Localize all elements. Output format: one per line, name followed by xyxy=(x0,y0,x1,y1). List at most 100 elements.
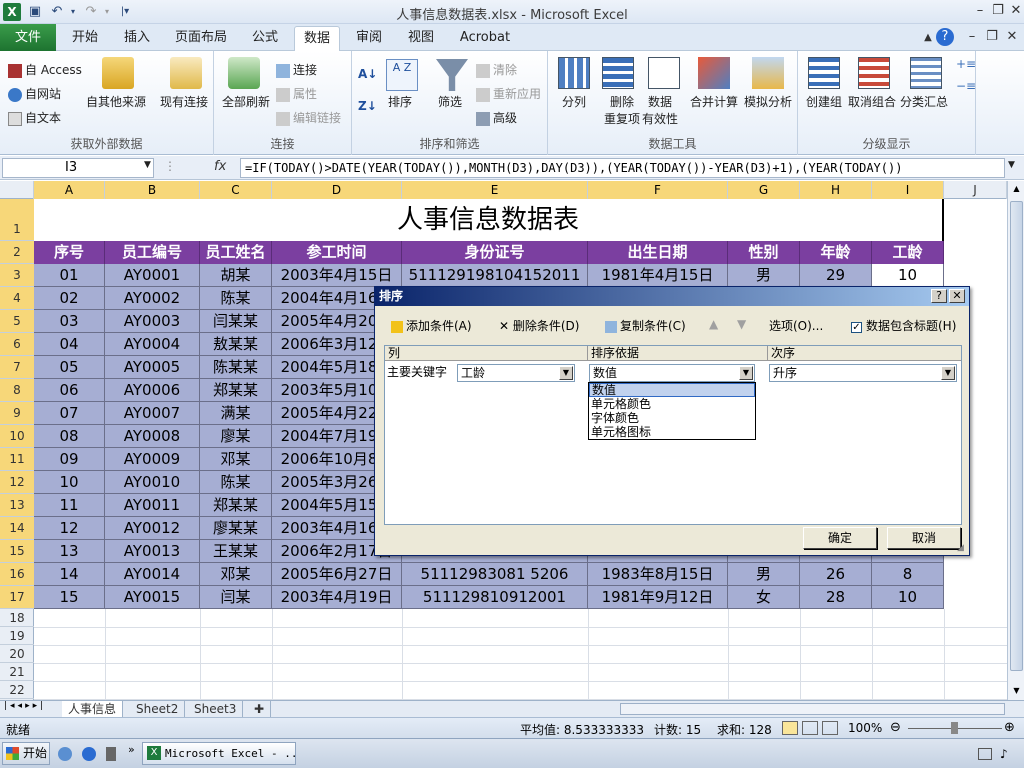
table-cell[interactable]: 廖某 xyxy=(200,425,272,448)
sort-button[interactable]: 排序 xyxy=(388,93,412,110)
chevron-down-icon[interactable]: ▼ xyxy=(739,366,753,380)
resize-grip-icon[interactable]: ◢ xyxy=(957,543,964,553)
table-cell[interactable]: AY0002 xyxy=(105,287,200,310)
row-header[interactable]: 11 xyxy=(0,448,34,471)
expand-formula-icon[interactable]: ▼ xyxy=(1008,160,1015,170)
quicklaunch-icon[interactable] xyxy=(106,747,116,761)
sheet-tab-1[interactable]: 人事信息 xyxy=(62,701,124,717)
row-header[interactable]: 1 xyxy=(0,199,34,241)
tab-insert[interactable]: 插入 xyxy=(114,26,160,51)
row-header[interactable]: 7 xyxy=(0,356,34,379)
sheet-tab-2[interactable]: Sheet2 xyxy=(130,701,186,717)
table-cell[interactable]: 陈某某 xyxy=(200,356,272,379)
table-cell[interactable]: 胡某 xyxy=(200,264,272,287)
what-if-button[interactable]: 模拟分析 xyxy=(744,93,792,110)
row-header[interactable]: 12 xyxy=(0,471,34,494)
table-cell[interactable]: AY0014 xyxy=(105,563,200,586)
table-cell[interactable]: 07 xyxy=(34,402,105,425)
table-cell[interactable]: AY0003 xyxy=(105,310,200,333)
wb-close-icon[interactable]: ✕ xyxy=(1002,28,1022,46)
move-down-icon[interactable]: ▼ xyxy=(737,317,746,331)
table-cell[interactable]: 04 xyxy=(34,333,105,356)
name-box-dropdown-icon[interactable]: ▼ xyxy=(144,160,151,170)
table-cell[interactable]: 13 xyxy=(34,540,105,563)
table-cell[interactable]: AY0010 xyxy=(105,471,200,494)
table-cell[interactable]: AY0004 xyxy=(105,333,200,356)
chevron-down-icon[interactable]: ▼ xyxy=(941,366,955,380)
keyboard-tray-icon[interactable] xyxy=(978,748,992,760)
tab-home[interactable]: 开始 xyxy=(62,26,108,51)
row-header[interactable]: 8 xyxy=(0,379,34,402)
table-cell[interactable]: 男 xyxy=(728,563,800,586)
volume-tray-icon[interactable]: ♪ xyxy=(1000,747,1008,761)
row-header[interactable]: 15 xyxy=(0,540,34,563)
tab-view[interactable]: 视图 xyxy=(398,26,444,51)
ungroup-button[interactable]: 取消组合 xyxy=(848,93,896,110)
row-header[interactable]: 18 xyxy=(0,609,34,627)
scroll-thumb[interactable] xyxy=(1010,201,1023,671)
delete-condition-button[interactable]: ✕ 删除条件(D) xyxy=(499,317,579,334)
tab-acrobat[interactable]: Acrobat xyxy=(452,26,518,51)
table-cell[interactable]: 陈某 xyxy=(200,287,272,310)
show-detail-icon[interactable]: +≡ xyxy=(956,57,976,71)
header-cell[interactable]: 性别 xyxy=(728,241,800,264)
zoom-out-icon[interactable]: ⊖ xyxy=(890,720,901,735)
col-header-j[interactable]: J xyxy=(944,181,1007,199)
cancel-button[interactable]: 取消 xyxy=(887,527,961,549)
dialog-help-icon[interactable]: ? xyxy=(931,289,947,303)
taskbar-excel-button[interactable]: X Microsoft Excel - ... xyxy=(142,742,296,765)
table-cell[interactable]: AY0005 xyxy=(105,356,200,379)
normal-view-icon[interactable] xyxy=(782,721,798,735)
chevron-down-icon[interactable]: ▼ xyxy=(559,366,573,380)
zoom-in-icon[interactable]: ⊕ xyxy=(1004,720,1015,735)
horizontal-scrollbar[interactable] xyxy=(620,703,1005,715)
table-cell[interactable]: 王某某 xyxy=(200,540,272,563)
table-cell[interactable]: 15 xyxy=(34,586,105,609)
row-header[interactable]: 20 xyxy=(0,645,34,663)
formula-input[interactable]: =IF(TODAY()>DATE(YEAR(TODAY()),MONTH(D3)… xyxy=(240,158,1005,178)
table-cell[interactable]: 14 xyxy=(34,563,105,586)
copy-condition-button[interactable]: 复制条件(C) xyxy=(605,317,686,334)
header-cell[interactable]: 序号 xyxy=(34,241,105,264)
close-icon[interactable]: ✕ xyxy=(1006,2,1024,20)
dropdown-option-values[interactable]: 数值 xyxy=(589,383,755,397)
formula-bar-splitter-icon[interactable]: ⋮ xyxy=(164,159,176,173)
table-cell[interactable]: 28 xyxy=(800,586,872,609)
from-text-button[interactable]: 自文本 xyxy=(8,109,61,126)
wb-minimize-icon[interactable]: – xyxy=(962,28,982,46)
tab-file[interactable]: 文件 xyxy=(0,24,56,51)
table-cell[interactable]: 邓某 xyxy=(200,448,272,471)
group-button[interactable]: 创建组 xyxy=(806,93,842,110)
table-cell[interactable]: AY0011 xyxy=(105,494,200,517)
col-header-g[interactable]: G xyxy=(728,181,800,199)
col-header-c[interactable]: C xyxy=(200,181,272,199)
vertical-scrollbar[interactable]: ▲ ▼ xyxy=(1007,181,1024,700)
row-header[interactable]: 6 xyxy=(0,333,34,356)
zoom-slider-handle[interactable] xyxy=(951,722,958,734)
from-access-button[interactable]: 自 Access xyxy=(8,61,82,78)
tab-formulas[interactable]: 公式 xyxy=(242,26,288,51)
filter-button[interactable]: 筛选 xyxy=(438,93,462,110)
row-header[interactable]: 4 xyxy=(0,287,34,310)
table-cell[interactable]: 2003年4月19日 xyxy=(272,586,402,609)
table-cell[interactable]: 12 xyxy=(34,517,105,540)
remove-duplicates-button[interactable]: 删除 重复项 xyxy=(604,93,640,127)
table-cell[interactable]: 郑某某 xyxy=(200,494,272,517)
table-cell[interactable]: 09 xyxy=(34,448,105,471)
sheet-nav-icon[interactable]: |◂◂▸▸| xyxy=(4,701,46,711)
table-cell[interactable]: 02 xyxy=(34,287,105,310)
tab-data[interactable]: 数据 xyxy=(294,26,340,51)
table-cell[interactable]: 10 xyxy=(872,264,944,287)
table-cell[interactable]: 满某 xyxy=(200,402,272,425)
row-header[interactable]: 21 xyxy=(0,663,34,681)
edit-links-button[interactable]: 编辑链接 xyxy=(276,109,341,126)
table-cell[interactable]: 1981年9月12日 xyxy=(588,586,728,609)
row-header[interactable]: 9 xyxy=(0,402,34,425)
table-cell[interactable]: 2005年6月27日 xyxy=(272,563,402,586)
dropdown-option-cell-icon[interactable]: 单元格图标 xyxy=(589,425,755,439)
scroll-down-icon[interactable]: ▼ xyxy=(1009,683,1024,699)
hide-detail-icon[interactable]: −≡ xyxy=(956,79,976,93)
table-cell[interactable]: 闫某某 xyxy=(200,310,272,333)
table-cell[interactable]: AY0013 xyxy=(105,540,200,563)
table-cell[interactable]: 511129198104152011 xyxy=(402,264,588,287)
